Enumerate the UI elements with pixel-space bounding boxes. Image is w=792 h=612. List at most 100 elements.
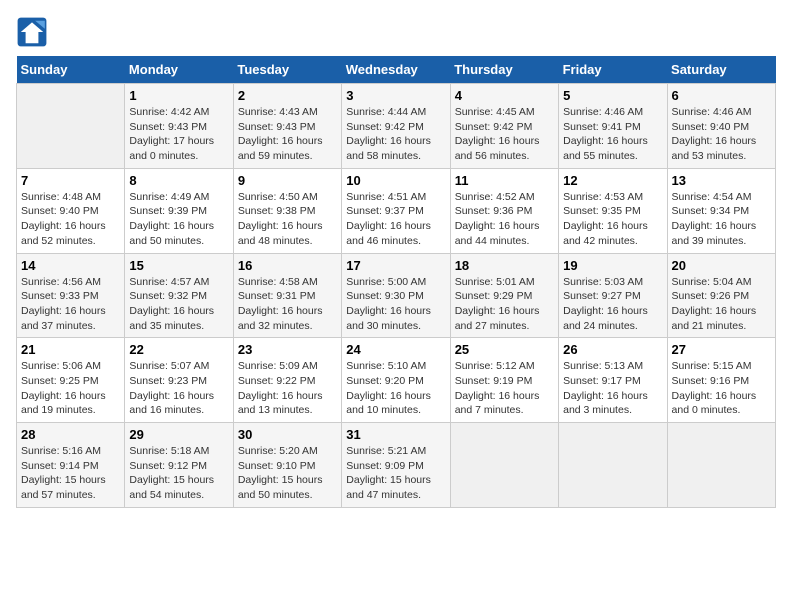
day-info: Sunrise: 5:15 AM Sunset: 9:16 PM Dayligh… (672, 359, 771, 418)
day-info: Sunrise: 5:04 AM Sunset: 9:26 PM Dayligh… (672, 275, 771, 334)
header-row: SundayMondayTuesdayWednesdayThursdayFrid… (17, 56, 776, 84)
day-info: Sunrise: 4:50 AM Sunset: 9:38 PM Dayligh… (238, 190, 337, 249)
day-cell: 4Sunrise: 4:45 AM Sunset: 9:42 PM Daylig… (450, 84, 558, 169)
day-info: Sunrise: 4:51 AM Sunset: 9:37 PM Dayligh… (346, 190, 445, 249)
day-number: 30 (238, 427, 337, 442)
day-info: Sunrise: 5:21 AM Sunset: 9:09 PM Dayligh… (346, 444, 445, 503)
day-cell: 10Sunrise: 4:51 AM Sunset: 9:37 PM Dayli… (342, 168, 450, 253)
day-number: 9 (238, 173, 337, 188)
day-number: 27 (672, 342, 771, 357)
day-info: Sunrise: 4:44 AM Sunset: 9:42 PM Dayligh… (346, 105, 445, 164)
day-number: 24 (346, 342, 445, 357)
day-cell (450, 423, 558, 508)
day-cell: 18 Sunrise: 5:01 AM Sunset: 9:29 PM Dayli… (450, 253, 558, 338)
day-cell: 27 Sunrise: 5:15 AM Sunset: 9:16 PM Dayli… (667, 338, 775, 423)
day-cell: 26Sunrise: 5:13 AM Sunset: 9:17 PM Dayli… (559, 338, 667, 423)
day-number: 7 (21, 173, 120, 188)
day-number: 12 (563, 173, 662, 188)
day-cell: 24 Sunrise: 5:10 AM Sunset: 9:20 PM Dayli… (342, 338, 450, 423)
day-info: Sunrise: 4:46 AM Sunset: 9:40 PM Dayligh… (672, 105, 771, 164)
day-cell: 3 Sunrise: 4:44 AM Sunset: 9:42 PM Daylig… (342, 84, 450, 169)
day-number: 23 (238, 342, 337, 357)
day-info: Sunrise: 4:49 AM Sunset: 9:39 PM Dayligh… (129, 190, 228, 249)
day-cell: 8 Sunrise: 4:49 AM Sunset: 9:39 PM Daylig… (125, 168, 233, 253)
day-number: 5 (563, 88, 662, 103)
day-cell: 20 Sunrise: 5:04 AM Sunset: 9:26 PM Dayli… (667, 253, 775, 338)
day-number: 14 (21, 258, 120, 273)
day-cell: 2Sunrise: 4:43 AM Sunset: 9:43 PM Daylig… (233, 84, 341, 169)
week-row-3: 14 Sunrise: 4:56 AM Sunset: 9:33 PM Dayli… (17, 253, 776, 338)
day-cell: 28 Sunrise: 5:16 AM Sunset: 9:14 PM Dayli… (17, 423, 125, 508)
day-number: 2 (238, 88, 337, 103)
day-info: Sunrise: 5:06 AM Sunset: 9:25 PM Dayligh… (21, 359, 120, 418)
day-info: Sunrise: 4:48 AM Sunset: 9:40 PM Dayligh… (21, 190, 120, 249)
day-cell: 14 Sunrise: 4:56 AM Sunset: 9:33 PM Dayli… (17, 253, 125, 338)
day-info: Sunrise: 4:42 AM Sunset: 9:43 PM Dayligh… (129, 105, 228, 164)
day-number: 1 (129, 88, 228, 103)
header-cell-tuesday: Tuesday (233, 56, 341, 84)
day-cell: 15 Sunrise: 4:57 AM Sunset: 9:32 PM Dayli… (125, 253, 233, 338)
day-cell: 30 Sunrise: 5:20 AM Sunset: 9:10 PM Dayli… (233, 423, 341, 508)
day-cell (667, 423, 775, 508)
calendar-table: SundayMondayTuesdayWednesdayThursdayFrid… (16, 56, 776, 508)
calendar-header: SundayMondayTuesdayWednesdayThursdayFrid… (17, 56, 776, 84)
day-number: 19 (563, 258, 662, 273)
day-cell: 29 Sunrise: 5:18 AM Sunset: 9:12 PM Dayli… (125, 423, 233, 508)
day-cell: 5 Sunrise: 4:46 AM Sunset: 9:41 PM Daylig… (559, 84, 667, 169)
day-info: Sunrise: 5:18 AM Sunset: 9:12 PM Dayligh… (129, 444, 228, 503)
week-row-4: 21 Sunrise: 5:06 AM Sunset: 9:25 PM Dayli… (17, 338, 776, 423)
day-info: Sunrise: 5:10 AM Sunset: 9:20 PM Dayligh… (346, 359, 445, 418)
day-number: 25 (455, 342, 554, 357)
logo-icon (16, 16, 48, 48)
day-info: Sunrise: 5:07 AM Sunset: 9:23 PM Dayligh… (129, 359, 228, 418)
day-info: Sunrise: 5:20 AM Sunset: 9:10 PM Dayligh… (238, 444, 337, 503)
day-number: 31 (346, 427, 445, 442)
day-info: Sunrise: 4:45 AM Sunset: 9:42 PM Dayligh… (455, 105, 554, 164)
logo (16, 16, 52, 48)
day-number: 28 (21, 427, 120, 442)
header-cell-wednesday: Wednesday (342, 56, 450, 84)
day-info: Sunrise: 5:00 AM Sunset: 9:30 PM Dayligh… (346, 275, 445, 334)
day-number: 18 (455, 258, 554, 273)
day-info: Sunrise: 4:57 AM Sunset: 9:32 PM Dayligh… (129, 275, 228, 334)
day-number: 8 (129, 173, 228, 188)
day-number: 26 (563, 342, 662, 357)
day-info: Sunrise: 5:12 AM Sunset: 9:19 PM Dayligh… (455, 359, 554, 418)
day-number: 6 (672, 88, 771, 103)
day-info: Sunrise: 5:01 AM Sunset: 9:29 PM Dayligh… (455, 275, 554, 334)
day-cell: 23Sunrise: 5:09 AM Sunset: 9:22 PM Dayli… (233, 338, 341, 423)
page-header (16, 16, 776, 48)
day-cell: 25 Sunrise: 5:12 AM Sunset: 9:19 PM Dayli… (450, 338, 558, 423)
day-cell: 16Sunrise: 4:58 AM Sunset: 9:31 PM Dayli… (233, 253, 341, 338)
day-cell: 31 Sunrise: 5:21 AM Sunset: 9:09 PM Dayli… (342, 423, 450, 508)
day-number: 22 (129, 342, 228, 357)
header-cell-sunday: Sunday (17, 56, 125, 84)
calendar-body: 1 Sunrise: 4:42 AM Sunset: 9:43 PM Daylig… (17, 84, 776, 508)
header-cell-thursday: Thursday (450, 56, 558, 84)
day-cell: 21 Sunrise: 5:06 AM Sunset: 9:25 PM Dayli… (17, 338, 125, 423)
day-info: Sunrise: 5:16 AM Sunset: 9:14 PM Dayligh… (21, 444, 120, 503)
day-cell: 13Sunrise: 4:54 AM Sunset: 9:34 PM Dayli… (667, 168, 775, 253)
day-cell: 7 Sunrise: 4:48 AM Sunset: 9:40 PM Daylig… (17, 168, 125, 253)
day-info: Sunrise: 4:56 AM Sunset: 9:33 PM Dayligh… (21, 275, 120, 334)
day-number: 20 (672, 258, 771, 273)
header-cell-friday: Friday (559, 56, 667, 84)
day-cell: 22 Sunrise: 5:07 AM Sunset: 9:23 PM Dayli… (125, 338, 233, 423)
day-cell: 1 Sunrise: 4:42 AM Sunset: 9:43 PM Daylig… (125, 84, 233, 169)
day-info: Sunrise: 5:03 AM Sunset: 9:27 PM Dayligh… (563, 275, 662, 334)
day-cell: 12Sunrise: 4:53 AM Sunset: 9:35 PM Dayli… (559, 168, 667, 253)
day-info: Sunrise: 4:54 AM Sunset: 9:34 PM Dayligh… (672, 190, 771, 249)
day-info: Sunrise: 4:52 AM Sunset: 9:36 PM Dayligh… (455, 190, 554, 249)
day-cell: 17Sunrise: 5:00 AM Sunset: 9:30 PM Dayli… (342, 253, 450, 338)
day-number: 21 (21, 342, 120, 357)
day-info: Sunrise: 4:46 AM Sunset: 9:41 PM Dayligh… (563, 105, 662, 164)
week-row-1: 1 Sunrise: 4:42 AM Sunset: 9:43 PM Daylig… (17, 84, 776, 169)
day-number: 29 (129, 427, 228, 442)
day-number: 3 (346, 88, 445, 103)
day-number: 11 (455, 173, 554, 188)
day-cell (17, 84, 125, 169)
week-row-2: 7 Sunrise: 4:48 AM Sunset: 9:40 PM Daylig… (17, 168, 776, 253)
day-number: 15 (129, 258, 228, 273)
header-cell-saturday: Saturday (667, 56, 775, 84)
header-cell-monday: Monday (125, 56, 233, 84)
